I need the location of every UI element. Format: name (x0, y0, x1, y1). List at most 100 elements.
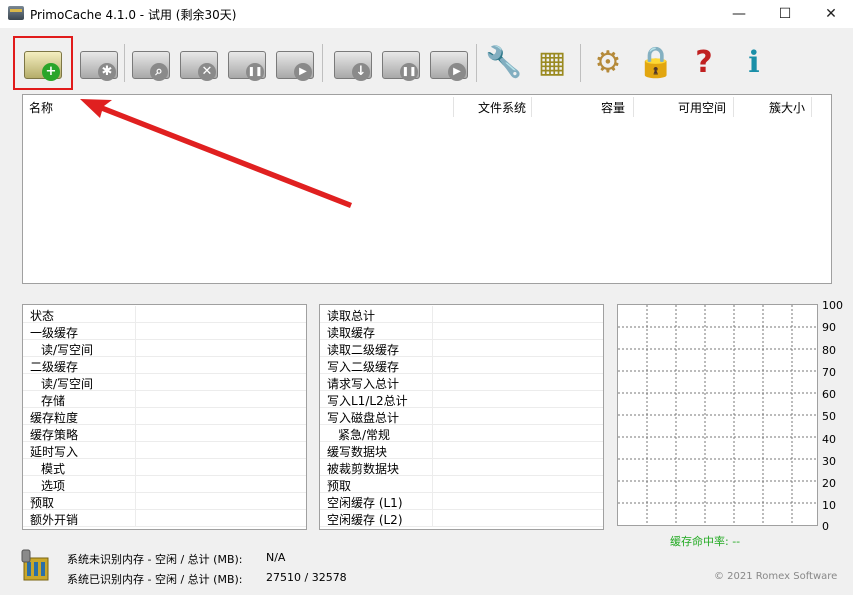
title-bar: PrimoCache 4.1.0 - 试用 (剩余30天) — ☐ ✕ (0, 0, 853, 28)
pause-task-button[interactable]: ❚❚ (224, 41, 268, 85)
pause-icon: ❚❚ (246, 63, 264, 81)
info-row: 写入二级缓存 (320, 357, 603, 374)
delete-icon: ✕ (198, 63, 216, 81)
info-row: 读/写空间 (23, 340, 306, 357)
deferred-write-label: 延时写入 (30, 445, 79, 459)
memory-chip-icon: ▦ (537, 45, 567, 80)
box-gear-icon: ⚙ (594, 45, 622, 80)
wrench-disk-icon: 🔧 (485, 45, 523, 80)
about-button[interactable]: ℹ (732, 41, 776, 85)
status-label: 状态 (30, 309, 55, 323)
gear-icon: ✱ (98, 63, 116, 81)
delete-task-button[interactable]: ✕ (176, 41, 220, 85)
l1-rw-space-label: 读/写空间 (41, 343, 94, 357)
storage-label: 存储 (41, 394, 66, 408)
io-stats-panel: 读取总计 读取缓存 读取二级缓存 写入二级缓存 请求写入总计 写入L1/L2总计… (319, 304, 604, 530)
resume-deferred-write-button[interactable]: ▶ (426, 41, 470, 85)
close-button[interactable]: ✕ (808, 0, 853, 28)
key-lock-icon: 🔒 (637, 45, 675, 80)
info-row: 选项 (23, 476, 306, 493)
l2-rw-space-label: 读/写空间 (41, 377, 94, 391)
info-row: 空闲缓存 (L1) (320, 493, 603, 510)
y-tick-label: 70 (822, 366, 836, 379)
l2-cache-label: 二级缓存 (30, 360, 79, 374)
y-tick-label: 30 (822, 455, 836, 468)
info-row: 缓写数据块 (320, 442, 603, 459)
l1-cache-label: 一级缓存 (30, 326, 79, 340)
resume-task-button[interactable]: ▶ (272, 41, 316, 85)
maximize-button[interactable]: ☐ (762, 0, 808, 28)
view-task-button[interactable]: ⌕ (128, 41, 172, 85)
prefetch-label: 预取 (30, 496, 55, 510)
toolbar-separator (476, 44, 477, 82)
memory-wrench-icon (21, 549, 49, 581)
info-row: 二级缓存 (23, 357, 306, 374)
highlight-box (13, 36, 73, 90)
y-tick-label: 0 (822, 520, 829, 533)
strategy-label: 缓存策略 (30, 428, 79, 442)
column-separator (453, 97, 454, 117)
column-header-cluster-size[interactable]: 簇大小 (769, 99, 805, 116)
cache-info-panel: 状态 一级缓存 读/写空间 二级缓存 读/写空间 存储 缓存粒度 缓存策略 延时… (22, 304, 307, 530)
graph-grid (618, 305, 817, 525)
minimize-button[interactable]: — (716, 0, 762, 28)
cache-settings-button[interactable]: ✱ (76, 41, 120, 85)
tools-button[interactable]: 🔧 (482, 41, 526, 85)
y-tick-label: 40 (822, 433, 836, 446)
column-separator (633, 97, 634, 117)
trimmed-blocks-label: 被裁剪数据块 (327, 462, 400, 476)
column-header-name[interactable]: 名称 (29, 99, 53, 116)
help-button[interactable]: ? (682, 41, 726, 85)
info-row: 预取 (23, 493, 306, 510)
toolbar: + ✱ ⌕ ✕ ❚❚ ▶ ↓ ❚❚ ▶ 🔧 ▦ ⚙ � (0, 32, 853, 90)
info-row: 读取总计 (320, 306, 603, 323)
info-row: 一级缓存 (23, 323, 306, 340)
info-row: 缓存策略 (23, 425, 306, 442)
prefetch-label: 预取 (327, 479, 352, 493)
info-row: 读/写空间 (23, 374, 306, 391)
flush-task-button[interactable]: ↓ (330, 41, 374, 85)
column-separator (811, 97, 812, 117)
l2-write-label: 写入二级缓存 (327, 360, 400, 374)
volume-list[interactable]: 名称 文件系统 容量 可用空间 簇大小 (22, 94, 832, 284)
free-cache-l2-label: 空闲缓存 (L2) (327, 513, 403, 527)
hit-rate-graph (617, 304, 818, 526)
play-icon: ▶ (448, 63, 466, 81)
unrecognized-memory-value: N/A (266, 551, 286, 564)
info-row: 延时写入 (23, 442, 306, 459)
info-row: 被裁剪数据块 (320, 459, 603, 476)
unrecognized-memory-label: 系统未识别内存 - 空闲 / 总计 (MB): (67, 553, 243, 566)
l2-read-label: 读取二级缓存 (327, 343, 400, 357)
info-row: 存储 (23, 391, 306, 408)
l1l2-write-label: 写入L1/L2总计 (327, 394, 408, 408)
options-button[interactable]: ⚙ (586, 41, 630, 85)
info-row: 读取缓存 (320, 323, 603, 340)
window-title: PrimoCache 4.1.0 - 试用 (剩余30天) (30, 8, 237, 22)
y-tick-label: 100 (822, 299, 843, 312)
pause-icon: ❚❚ (400, 63, 418, 81)
pause-deferred-write-button[interactable]: ❚❚ (378, 41, 422, 85)
license-button[interactable]: 🔒 (634, 41, 678, 85)
info-row: 空闲缓存 (L2) (320, 510, 603, 527)
y-tick-label: 50 (822, 410, 836, 423)
hit-rate-label: 缓存命中率: -- (670, 535, 741, 548)
search-icon: ⌕ (150, 63, 168, 81)
app-icon (8, 6, 24, 20)
info-row: 状态 (23, 306, 306, 323)
info-row: 写入L1/L2总计 (320, 391, 603, 408)
column-header-capacity[interactable]: 容量 (601, 99, 625, 116)
memory-button[interactable]: ▦ (530, 41, 574, 85)
play-icon: ▶ (294, 63, 312, 81)
column-header-free-space[interactable]: 可用空间 (678, 99, 726, 116)
column-separator (531, 97, 532, 117)
y-tick-label: 80 (822, 344, 836, 357)
info-row: 缓存粒度 (23, 408, 306, 425)
free-cache-l1-label: 空闲缓存 (L1) (327, 496, 403, 510)
info-row: 写入磁盘总计 (320, 408, 603, 425)
info-icon: ℹ (748, 45, 760, 80)
info-row: 读取二级缓存 (320, 340, 603, 357)
info-row: 请求写入总计 (320, 374, 603, 391)
total-read-label: 读取总计 (327, 309, 376, 323)
column-header-filesystem[interactable]: 文件系统 (478, 99, 526, 116)
cached-read-label: 读取缓存 (327, 326, 376, 340)
